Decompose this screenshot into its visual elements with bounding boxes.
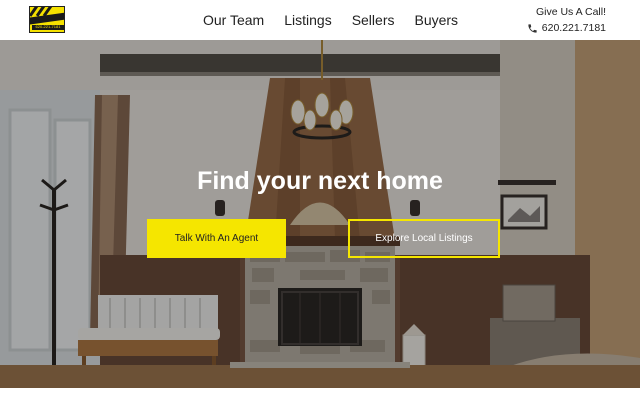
call-info: Give Us A Call! 620.221.7181 [527,6,606,35]
hero-title: Find your next home [197,167,443,195]
hero-overlay [0,40,640,388]
phone-icon [528,23,537,33]
logo-phone-text: 620-221-7181 [35,24,61,29]
call-label: Give Us A Call! [535,6,606,18]
nav-item-our-team[interactable]: Our Team [203,11,264,31]
main-nav: Our Team Listings Sellers Buyers [203,11,458,31]
site-logo[interactable]: 620-221-7181 [29,6,65,33]
page-bottom-edge [0,388,640,400]
phone-number: 620.221.7181 [541,22,606,34]
nav-item-sellers[interactable]: Sellers [352,11,395,31]
explore-listings-button[interactable]: Explore Local Listings [348,219,500,258]
nav-item-buyers[interactable]: Buyers [414,11,458,31]
phone-link[interactable]: 620.221.7181 [527,21,606,35]
site-header: 620-221-7181 Our Team Listings Sellers B… [0,0,640,40]
hero-section: Find your next home Talk With An Agent E… [0,40,640,388]
nav-item-listings[interactable]: Listings [284,11,331,31]
talk-with-agent-button[interactable]: Talk With An Agent [147,219,286,258]
